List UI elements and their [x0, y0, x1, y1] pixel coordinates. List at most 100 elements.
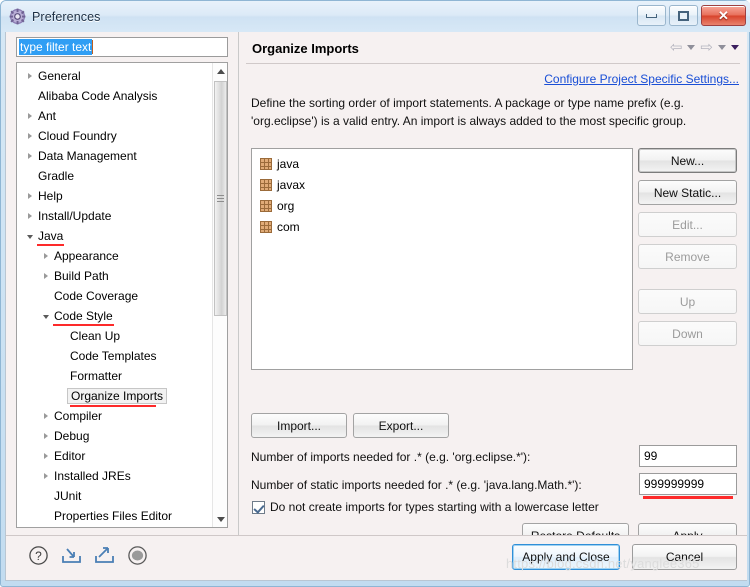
button-label: Down	[672, 326, 703, 341]
tree-item-formatter[interactable]: Formatter	[17, 366, 213, 386]
import-preferences-icon[interactable]	[61, 545, 82, 566]
tree-item-java[interactable]: Java	[17, 226, 213, 246]
tree-item-label: Data Management	[38, 149, 137, 163]
button-label: Remove	[665, 249, 710, 264]
tree-item-build-path[interactable]: Build Path	[17, 266, 213, 286]
chevron-down-icon[interactable]	[23, 233, 36, 239]
tree-item-general[interactable]: General	[17, 66, 213, 86]
navigation-icons: ⇦ ⇨	[670, 40, 739, 55]
tree-item-code-coverage[interactable]: Code Coverage	[17, 286, 213, 306]
scroll-down-icon[interactable]	[213, 511, 227, 527]
list-item[interactable]: java	[252, 153, 632, 174]
tree-item-debug[interactable]: Debug	[17, 426, 213, 446]
static-imports-threshold-value: 999999999	[644, 477, 705, 491]
chevron-right-icon[interactable]	[39, 473, 52, 479]
show-advanced-icon[interactable]	[127, 545, 148, 566]
close-button[interactable]: ✕	[701, 5, 746, 26]
chevron-right-icon[interactable]	[23, 133, 36, 139]
lowercase-types-checkbox[interactable]	[252, 500, 265, 514]
list-item[interactable]: com	[252, 216, 632, 237]
lowercase-types-checkbox-row[interactable]: Do not create imports for types starting…	[252, 500, 599, 514]
chevron-right-icon[interactable]	[39, 453, 52, 459]
tree-item-properties-files-editor[interactable]: Properties Files Editor	[17, 506, 213, 526]
chevron-down-icon[interactable]	[39, 313, 52, 319]
tree-scrollbar[interactable]	[212, 63, 227, 527]
preferences-tree[interactable]: General Alibaba Code Analysis Ant Cloud Fou…	[16, 62, 228, 528]
forward-dropdown-icon[interactable]	[718, 45, 726, 50]
tree-item-organize-imports[interactable]: Organize Imports	[17, 386, 213, 407]
imports-threshold-input[interactable]: 99	[639, 445, 737, 467]
tree-item-ant[interactable]: Ant	[17, 106, 213, 126]
chevron-right-icon[interactable]	[23, 193, 36, 199]
list-item[interactable]: javax	[252, 174, 632, 195]
tree-item-install-update[interactable]: Install/Update	[17, 206, 213, 226]
chevron-right-icon[interactable]	[39, 273, 52, 279]
tree-item-help[interactable]: Help	[17, 186, 213, 206]
chevron-right-icon[interactable]	[39, 253, 52, 259]
tree-item-alibaba-code-analysis[interactable]: Alibaba Code Analysis	[17, 86, 213, 106]
chevron-right-icon[interactable]	[39, 433, 52, 439]
tree-item-gradle[interactable]: Gradle	[17, 166, 213, 186]
tree-item-clean-up[interactable]: Clean Up	[17, 326, 213, 346]
chevron-right-icon[interactable]	[39, 413, 52, 419]
button-label: Up	[679, 294, 696, 309]
back-dropdown-icon[interactable]	[687, 45, 696, 50]
new-static-button[interactable]: New Static...	[638, 180, 737, 205]
tree-item-label: Install/Update	[38, 209, 112, 223]
tree-item-compiler[interactable]: Compiler	[17, 406, 213, 426]
tree-item-editor[interactable]: Editor	[17, 446, 213, 466]
tree-item-cloud-foundry[interactable]: Cloud Foundry	[17, 126, 213, 146]
chevron-right-icon[interactable]	[23, 153, 36, 159]
back-arrow-icon[interactable]: ⇦	[670, 40, 683, 55]
static-imports-threshold-input[interactable]: 999999999	[639, 473, 737, 495]
preferences-window: Preferences ✕ type filter text General Al…	[0, 0, 750, 587]
tree-item-label: Code Templates	[70, 349, 157, 363]
export-button[interactable]: Export...	[353, 413, 449, 438]
tree-item-code-templates[interactable]: Code Templates	[17, 346, 213, 366]
window-controls: ✕	[637, 5, 746, 26]
tree-item-label: Formatter	[70, 369, 123, 383]
svg-text:?: ?	[35, 549, 42, 563]
button-label: New...	[670, 153, 705, 168]
tree-item-installed-jres[interactable]: Installed JREs	[17, 466, 213, 486]
imports-threshold-label: Number of imports needed for .* (e.g. 'o…	[251, 450, 531, 464]
configure-project-settings-link[interactable]: Configure Project Specific Settings...	[544, 72, 739, 86]
gear-icon	[9, 8, 26, 25]
filter-input[interactable]: type filter text	[16, 37, 228, 57]
import-button[interactable]: Import...	[251, 413, 347, 438]
title-separator	[246, 63, 740, 64]
chevron-right-icon[interactable]	[23, 73, 36, 79]
export-preferences-icon[interactable]	[94, 545, 115, 566]
window-title: Preferences	[32, 9, 101, 24]
chevron-right-icon[interactable]	[23, 213, 36, 219]
button-label: Import...	[276, 418, 321, 433]
package-icon	[260, 199, 272, 212]
chevron-right-icon[interactable]	[23, 113, 36, 119]
watermark: https://blog.csdn.net/yanglee365	[506, 556, 700, 571]
help-icon[interactable]: ?	[28, 545, 49, 566]
tree-item-label: Appearance	[54, 249, 119, 263]
list-item-label: org	[277, 198, 295, 213]
scroll-up-icon[interactable]	[213, 63, 227, 79]
tree-item-code-style[interactable]: Code Style	[17, 306, 213, 326]
package-icon	[260, 157, 272, 170]
scrollbar-thumb[interactable]	[214, 81, 227, 316]
left-pane: type filter text General Alibaba Code Ana…	[6, 32, 239, 535]
history-dropdown-icon[interactable]	[731, 45, 739, 50]
forward-arrow-icon[interactable]: ⇨	[700, 40, 713, 55]
list-item[interactable]: org	[252, 195, 632, 216]
tree-item-label: Organize Imports	[67, 388, 168, 407]
tree-item-data-management[interactable]: Data Management	[17, 146, 213, 166]
static-imports-threshold-label: Number of static imports needed for .* (…	[251, 478, 582, 492]
import-order-list[interactable]: java javax org com	[251, 148, 633, 370]
maximize-button[interactable]	[669, 5, 698, 26]
tree-item-appearance[interactable]: Appearance	[17, 246, 213, 266]
tree-item-label: Installed JREs	[54, 469, 131, 483]
tree-item-junit[interactable]: JUnit	[17, 486, 213, 506]
minimize-button[interactable]	[637, 5, 666, 26]
tree-item-label: Gradle	[38, 169, 75, 183]
new-button[interactable]: New...	[638, 148, 737, 173]
filter-input-value: type filter text	[19, 39, 93, 55]
minimize-icon	[646, 13, 657, 18]
close-icon: ✕	[718, 8, 729, 23]
